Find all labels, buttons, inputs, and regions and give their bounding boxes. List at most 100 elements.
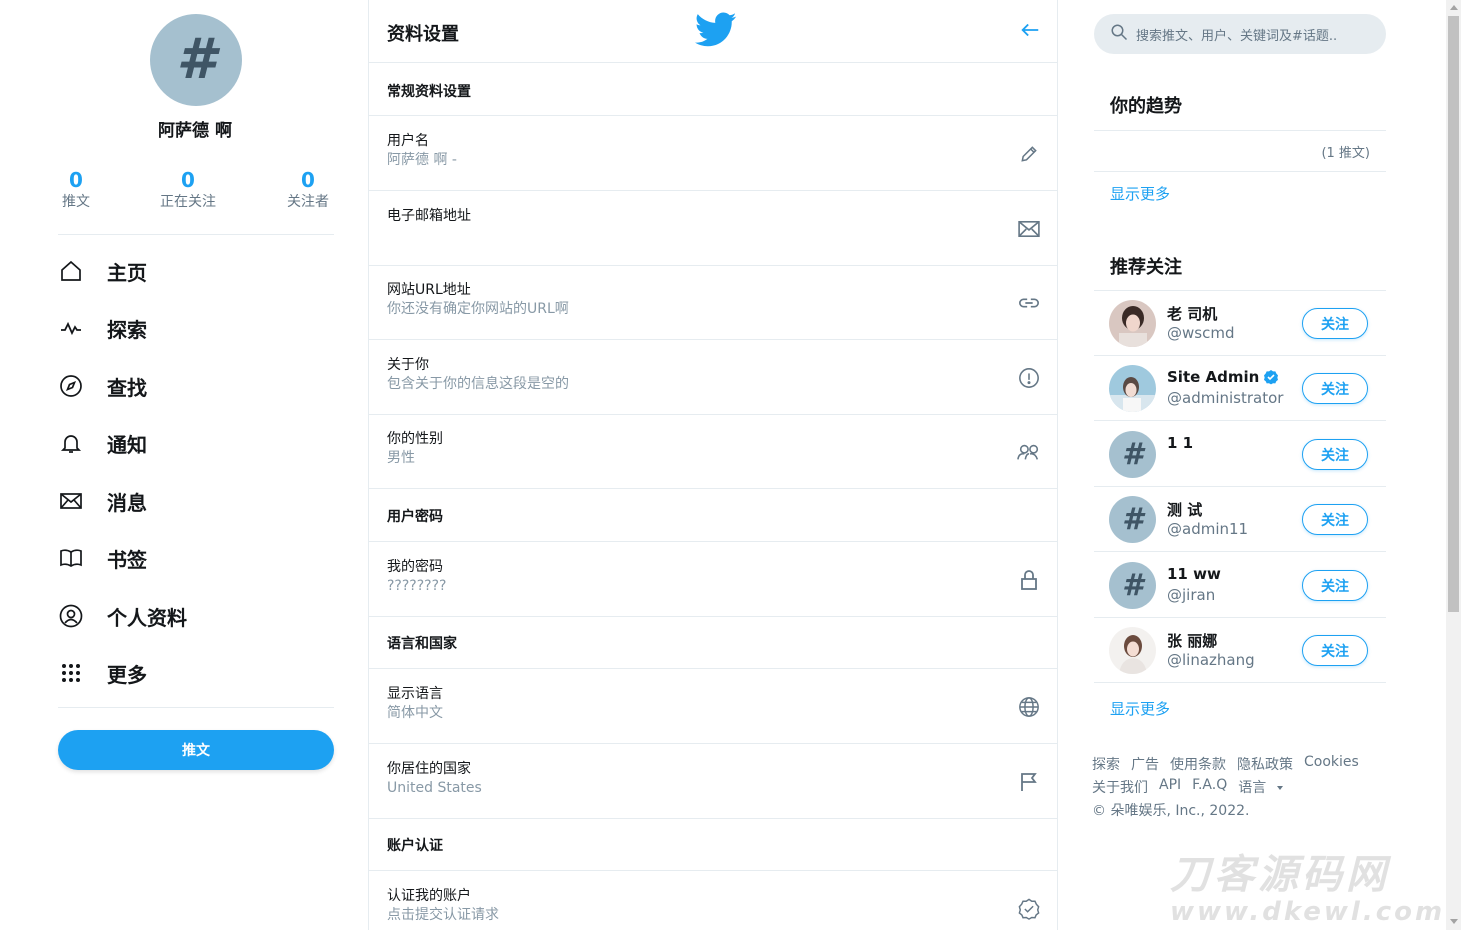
avatar-hash-glyph: # xyxy=(176,27,216,92)
compass-icon xyxy=(58,373,84,399)
divider xyxy=(1094,130,1386,131)
follow-name[interactable]: Site Admin xyxy=(1167,368,1279,386)
scroll-down-arrow-icon[interactable] xyxy=(1450,919,1458,924)
search-icon xyxy=(1110,23,1128,45)
footer-link[interactable]: API xyxy=(1159,777,1181,797)
back-arrow-icon[interactable] xyxy=(1019,19,1041,45)
language-dropdown[interactable]: 语言 xyxy=(1238,777,1283,797)
nav-profile[interactable]: 个人资料 xyxy=(58,596,187,636)
nav-bookmarks-label: 书签 xyxy=(107,547,147,572)
follow-show-more-link[interactable]: 显示更多 xyxy=(1110,698,1170,719)
search-input[interactable]: 搜索推文、用户、关键词及#话题.. xyxy=(1136,25,1337,44)
follow-handle[interactable]: @jiran xyxy=(1167,586,1215,604)
nav-explore[interactable]: 探索 xyxy=(58,308,147,348)
stat-tweets[interactable]: 0 推文 xyxy=(54,168,98,212)
link-icon[interactable] xyxy=(1017,291,1041,315)
nav-home[interactable]: 主页 xyxy=(58,251,147,291)
pencil-icon[interactable] xyxy=(1017,142,1041,166)
stat-tweets-label: 推文 xyxy=(62,194,90,210)
footer-link[interactable]: 隐私政策 xyxy=(1237,754,1293,774)
stat-following-label: 正在关注 xyxy=(160,194,216,210)
avatar[interactable]: # xyxy=(1109,431,1156,478)
nav-find[interactable]: 查找 xyxy=(58,366,147,406)
follow-name[interactable]: 张 丽娜 xyxy=(1167,630,1217,651)
nav-notifications[interactable]: 通知 xyxy=(58,423,147,463)
follow-title: 推荐关注 xyxy=(1110,257,1182,278)
dots-grid-icon xyxy=(58,660,84,686)
footer-link[interactable]: 广告 xyxy=(1131,754,1159,774)
follow-name[interactable]: 测 试 xyxy=(1167,499,1202,520)
setting-about[interactable]: 关于你 包含关于你的信息这段是空的 xyxy=(369,340,1057,415)
follow-item[interactable]: 老 司机 @wscmd 关注 xyxy=(1094,291,1386,356)
tweet-button[interactable]: 推文 xyxy=(58,730,334,770)
lock-icon[interactable] xyxy=(1017,568,1041,592)
search-bar[interactable]: 搜索推文、用户、关键词及#话题.. xyxy=(1094,14,1386,54)
follow-item[interactable]: # 1 1 关注 xyxy=(1094,422,1386,487)
follow-button[interactable]: 关注 xyxy=(1302,570,1368,601)
follow-button[interactable]: 关注 xyxy=(1302,373,1368,404)
follow-handle[interactable]: @admin11 xyxy=(1167,520,1248,538)
follow-handle[interactable]: @administrator xyxy=(1167,389,1283,407)
avatar[interactable] xyxy=(1109,627,1156,674)
stat-following[interactable]: 0 正在关注 xyxy=(152,168,224,212)
footer-link[interactable]: 关于我们 xyxy=(1092,777,1148,797)
follow-handle[interactable]: @linazhang xyxy=(1167,651,1255,669)
setting-email[interactable]: 电子邮箱地址 xyxy=(369,191,1057,266)
nav-home-label: 主页 xyxy=(107,260,147,285)
scrollbar-thumb[interactable] xyxy=(1448,16,1459,612)
follow-item[interactable]: # 11 ww @jiran 关注 xyxy=(1094,553,1386,618)
nav-more[interactable]: 更多 xyxy=(58,653,147,693)
profile-name[interactable]: 阿萨德 啊 xyxy=(0,116,390,141)
section-general-title: 常规资料设置 xyxy=(387,84,471,100)
nav-messages[interactable]: 消息 xyxy=(58,481,147,521)
flag-icon[interactable] xyxy=(1017,770,1041,794)
setting-username-title: 用户名 xyxy=(387,133,429,149)
stat-followers[interactable]: 0 关注者 xyxy=(280,168,336,212)
follow-item[interactable]: # 测 试 @admin11 关注 xyxy=(1094,487,1386,552)
section-verify: 账户认证 xyxy=(369,818,1057,871)
follow-button[interactable]: 关注 xyxy=(1302,439,1368,470)
setting-country[interactable]: 你居住的国家 United States xyxy=(369,744,1057,819)
setting-username[interactable]: 用户名 阿萨德 啊 - xyxy=(369,116,1057,191)
setting-display-language[interactable]: 显示语言 简体中文 xyxy=(369,669,1057,744)
follow-name[interactable]: 1 1 xyxy=(1167,434,1193,452)
nav-messages-label: 消息 xyxy=(107,490,147,515)
globe-icon[interactable] xyxy=(1017,695,1041,719)
verified-badge-icon[interactable] xyxy=(1017,897,1041,921)
follow-handle[interactable]: @wscmd xyxy=(1167,324,1234,342)
follow-item[interactable]: Site Admin @administrator 关注 xyxy=(1094,356,1386,421)
trend-count[interactable]: (1 推文) xyxy=(1321,142,1370,161)
section-password: 用户密码 xyxy=(369,489,1057,542)
avatar[interactable] xyxy=(1109,365,1156,412)
divider xyxy=(1094,171,1386,172)
users-icon[interactable] xyxy=(1017,440,1041,464)
watermark-title: 刀客源码网 xyxy=(1170,852,1390,898)
trends-show-more-link[interactable]: 显示更多 xyxy=(1110,183,1170,204)
setting-verify-account[interactable]: 认证我的账户 点击提交认证请求 xyxy=(369,871,1057,930)
follow-item[interactable]: 张 丽娜 @linazhang 关注 xyxy=(1094,618,1386,683)
scroll-up-arrow-icon[interactable] xyxy=(1450,5,1458,10)
follow-button[interactable]: 关注 xyxy=(1302,635,1368,666)
avatar[interactable] xyxy=(1109,300,1156,347)
nav-bookmarks[interactable]: 书签 xyxy=(58,538,147,578)
setting-website[interactable]: 网站URL地址 你还没有确定你网站的URL啊 xyxy=(369,265,1057,340)
footer-link[interactable]: F.A.Q xyxy=(1192,777,1227,797)
profile-avatar[interactable]: # xyxy=(150,14,242,106)
avatar[interactable]: # xyxy=(1109,562,1156,609)
setting-gender[interactable]: 你的性别 男性 xyxy=(369,414,1057,489)
envelope-icon[interactable] xyxy=(1017,217,1041,241)
follow-name[interactable]: 11 ww xyxy=(1167,565,1221,583)
footer-link[interactable]: 探索 xyxy=(1092,754,1120,774)
scrollbar[interactable] xyxy=(1446,0,1461,930)
follow-button[interactable]: 关注 xyxy=(1302,504,1368,535)
avatar[interactable]: # xyxy=(1109,496,1156,543)
footer-link[interactable]: Cookies xyxy=(1304,754,1359,774)
setting-password[interactable]: 我的密码 ???????? xyxy=(369,542,1057,617)
footer-links: 关于我们 API F.A.Q 语言 xyxy=(1092,777,1283,797)
twitter-bird-icon[interactable] xyxy=(694,12,737,52)
follow-name-text: Site Admin xyxy=(1167,368,1260,386)
footer-link[interactable]: 使用条款 xyxy=(1170,754,1226,774)
follow-name[interactable]: 老 司机 xyxy=(1167,303,1217,324)
follow-button[interactable]: 关注 xyxy=(1302,308,1368,339)
info-icon[interactable] xyxy=(1017,366,1041,390)
